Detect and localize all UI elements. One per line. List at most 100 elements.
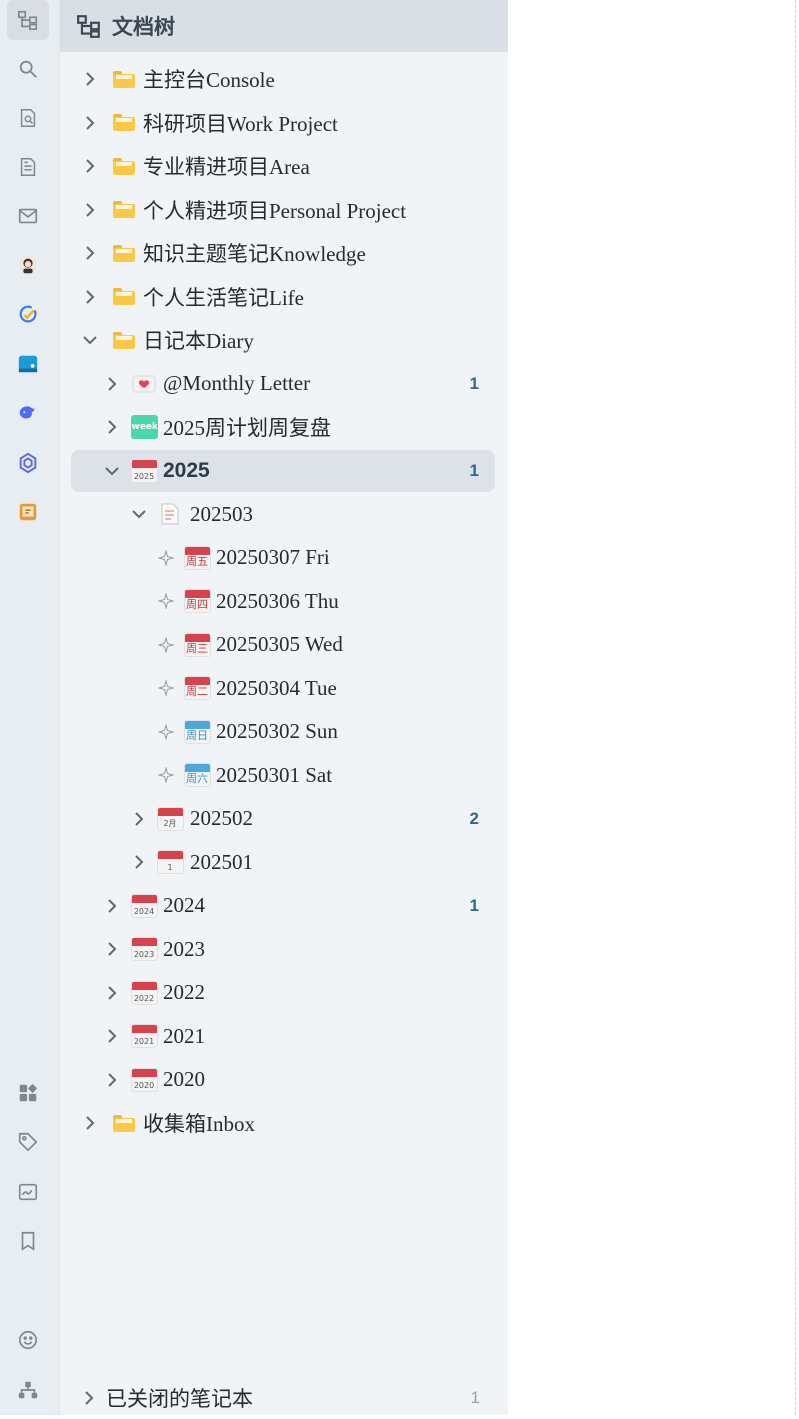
- tree-folder-row[interactable]: 知识主题笔记Knowledge: [71, 232, 495, 274]
- bookmark-icon[interactable]: [7, 1221, 49, 1261]
- chevron-right-icon[interactable]: [81, 157, 99, 175]
- editor-edge: [795, 0, 796, 1415]
- tree-folder-row[interactable]: 收集箱Inbox: [71, 1102, 495, 1144]
- find-doc-icon[interactable]: [7, 98, 49, 138]
- chevron-right-icon[interactable]: [103, 1071, 121, 1089]
- tree-folder-row[interactable]: week 2025周计划周复盘: [71, 406, 495, 448]
- tree-doc-row[interactable]: 周日 20250302 Sun: [71, 711, 495, 753]
- row-icon: 周三: [183, 631, 211, 659]
- chevron-right-icon[interactable]: [103, 375, 121, 393]
- tree-folder-row[interactable]: 2020 2020: [71, 1059, 495, 1101]
- chevron-right-icon[interactable]: [103, 418, 121, 436]
- tree-item-label: 2022: [163, 980, 205, 1004]
- row-icon: week: [130, 413, 158, 441]
- chevron-right-icon[interactable]: [130, 853, 148, 871]
- tree-folder-row[interactable]: 2024 2024 1: [71, 885, 495, 927]
- tree-doc-row[interactable]: 周五 20250307 Fri: [71, 537, 495, 579]
- tree-doc-row[interactable]: 周三 20250305 Wed: [71, 624, 495, 666]
- check-plugin-icon[interactable]: [7, 295, 49, 335]
- tree-doc-row[interactable]: 周四 20250306 Thu: [71, 580, 495, 622]
- openai-plugin-icon[interactable]: [7, 443, 49, 483]
- tree-folder-row[interactable]: 个人精进项目Personal Project: [71, 189, 495, 231]
- chevron-right-icon[interactable]: [103, 897, 121, 915]
- smiley-icon[interactable]: [7, 1320, 49, 1360]
- tree-folder-row[interactable]: 主控台Console: [71, 58, 495, 100]
- handwriting-icon[interactable]: [7, 1172, 49, 1212]
- deepseek-plugin-icon[interactable]: [7, 393, 49, 433]
- folder-icon: [113, 244, 135, 262]
- tree-folder-row[interactable]: 2021 2021: [71, 1015, 495, 1057]
- tree-folder-row[interactable]: 专业精进项目Area: [71, 145, 495, 187]
- tree-item-label: 个人精进项目Personal Project: [143, 198, 407, 223]
- search-icon[interactable]: [7, 49, 49, 89]
- folder-icon: [113, 114, 135, 131]
- chevron-right-icon[interactable]: [81, 244, 99, 262]
- doc-tree-icon[interactable]: [7, 0, 49, 40]
- row-icon: 周日: [183, 718, 211, 746]
- chevron-down-icon[interactable]: [81, 331, 99, 349]
- tree-item-label: 20250304 Tue: [216, 675, 337, 700]
- love-letter-icon: [132, 375, 156, 392]
- graph-icon[interactable]: [7, 1370, 49, 1410]
- tag-icon[interactable]: [7, 1122, 49, 1162]
- doc-tree-icon: [77, 15, 100, 38]
- row-icon: [110, 152, 138, 180]
- tree-folder-row[interactable]: 日记本Diary: [71, 319, 495, 361]
- row-icon: [130, 370, 158, 398]
- calendar-icon: 2024: [130, 893, 158, 918]
- chevron-right-icon[interactable]: [81, 201, 99, 219]
- chevron-right-icon[interactable]: [81, 114, 99, 132]
- tree-folder-row[interactable]: 2023 2023: [71, 928, 495, 970]
- tree-item-label: 收集箱Inbox: [143, 1112, 255, 1136]
- tree-doc-row[interactable]: 周六 20250301 Sat: [71, 754, 495, 796]
- tree-folder-row[interactable]: @Monthly Letter 1: [71, 363, 495, 405]
- tree-item-label: 2025: [163, 458, 210, 482]
- row-icon: 2020: [130, 1066, 158, 1094]
- closed-notebooks-row[interactable]: 已关闭的笔记本 1: [60, 1377, 508, 1419]
- chevron-right-icon[interactable]: [130, 810, 148, 828]
- chat-plugin-icon[interactable]: [7, 344, 49, 384]
- chevron-right-icon[interactable]: [80, 1389, 98, 1407]
- closed-notebooks-count: 1: [470, 1388, 480, 1407]
- mail-icon[interactable]: [7, 196, 49, 236]
- file-tree-panel: 文档树 主控台Console 科研项目Work Project 专业精进项目Area…: [60, 0, 508, 1415]
- tree-folder-row[interactable]: 2022 2022: [71, 972, 495, 1014]
- tree-item-label: 202503: [190, 501, 253, 526]
- chevron-down-icon[interactable]: [130, 505, 148, 523]
- chevron-right-icon[interactable]: [103, 1027, 121, 1045]
- child-count-badge: 1: [469, 895, 479, 915]
- file-icon[interactable]: [7, 147, 49, 187]
- row-icon: 周六: [183, 761, 211, 789]
- tree-item-label: 2021: [163, 1023, 205, 1048]
- folder-icon: [113, 1114, 135, 1132]
- tree-item-label: 20250305 Wed: [216, 632, 343, 656]
- tree-folder-row[interactable]: 2025 2025 1: [71, 449, 495, 492]
- folder-icon: [113, 70, 135, 88]
- sparkle-icon: [157, 592, 175, 610]
- chevron-right-icon[interactable]: [103, 940, 121, 958]
- child-count-badge: 2: [469, 808, 479, 828]
- tree-item-label: 2023: [163, 936, 205, 961]
- tree-item-label: 20250307 Fri: [216, 545, 330, 569]
- tree-folder-row[interactable]: 个人生活笔记Life: [71, 276, 495, 318]
- tree-folder-row[interactable]: 1 202501: [71, 841, 495, 883]
- tree-folder-row[interactable]: 科研项目Work Project: [71, 102, 495, 144]
- tree-item-label: 科研项目Work Project: [143, 111, 338, 136]
- calendar-icon: 2020: [130, 1067, 158, 1092]
- tree-folder-row[interactable]: 202503: [71, 493, 495, 535]
- tree-item-label: 主控台Console: [143, 68, 275, 92]
- avatar-plugin-icon[interactable]: [7, 245, 49, 285]
- chevron-right-icon[interactable]: [81, 288, 99, 306]
- chevron-right-icon[interactable]: [81, 1114, 99, 1132]
- row-icon: 周五: [183, 544, 211, 572]
- chevron-right-icon[interactable]: [81, 70, 99, 88]
- tree-folder-row[interactable]: 2月 202502 2: [71, 798, 495, 840]
- widgets-icon[interactable]: [7, 1073, 49, 1113]
- chevron-down-icon[interactable]: [103, 462, 121, 480]
- folder-icon: [113, 331, 135, 349]
- folder-icon: [113, 201, 135, 218]
- chevron-right-icon[interactable]: [103, 984, 121, 1002]
- note-plugin-icon[interactable]: [7, 492, 49, 532]
- tree-doc-row[interactable]: 周二 20250304 Tue: [71, 667, 495, 709]
- calendar-icon: 2025: [130, 458, 158, 483]
